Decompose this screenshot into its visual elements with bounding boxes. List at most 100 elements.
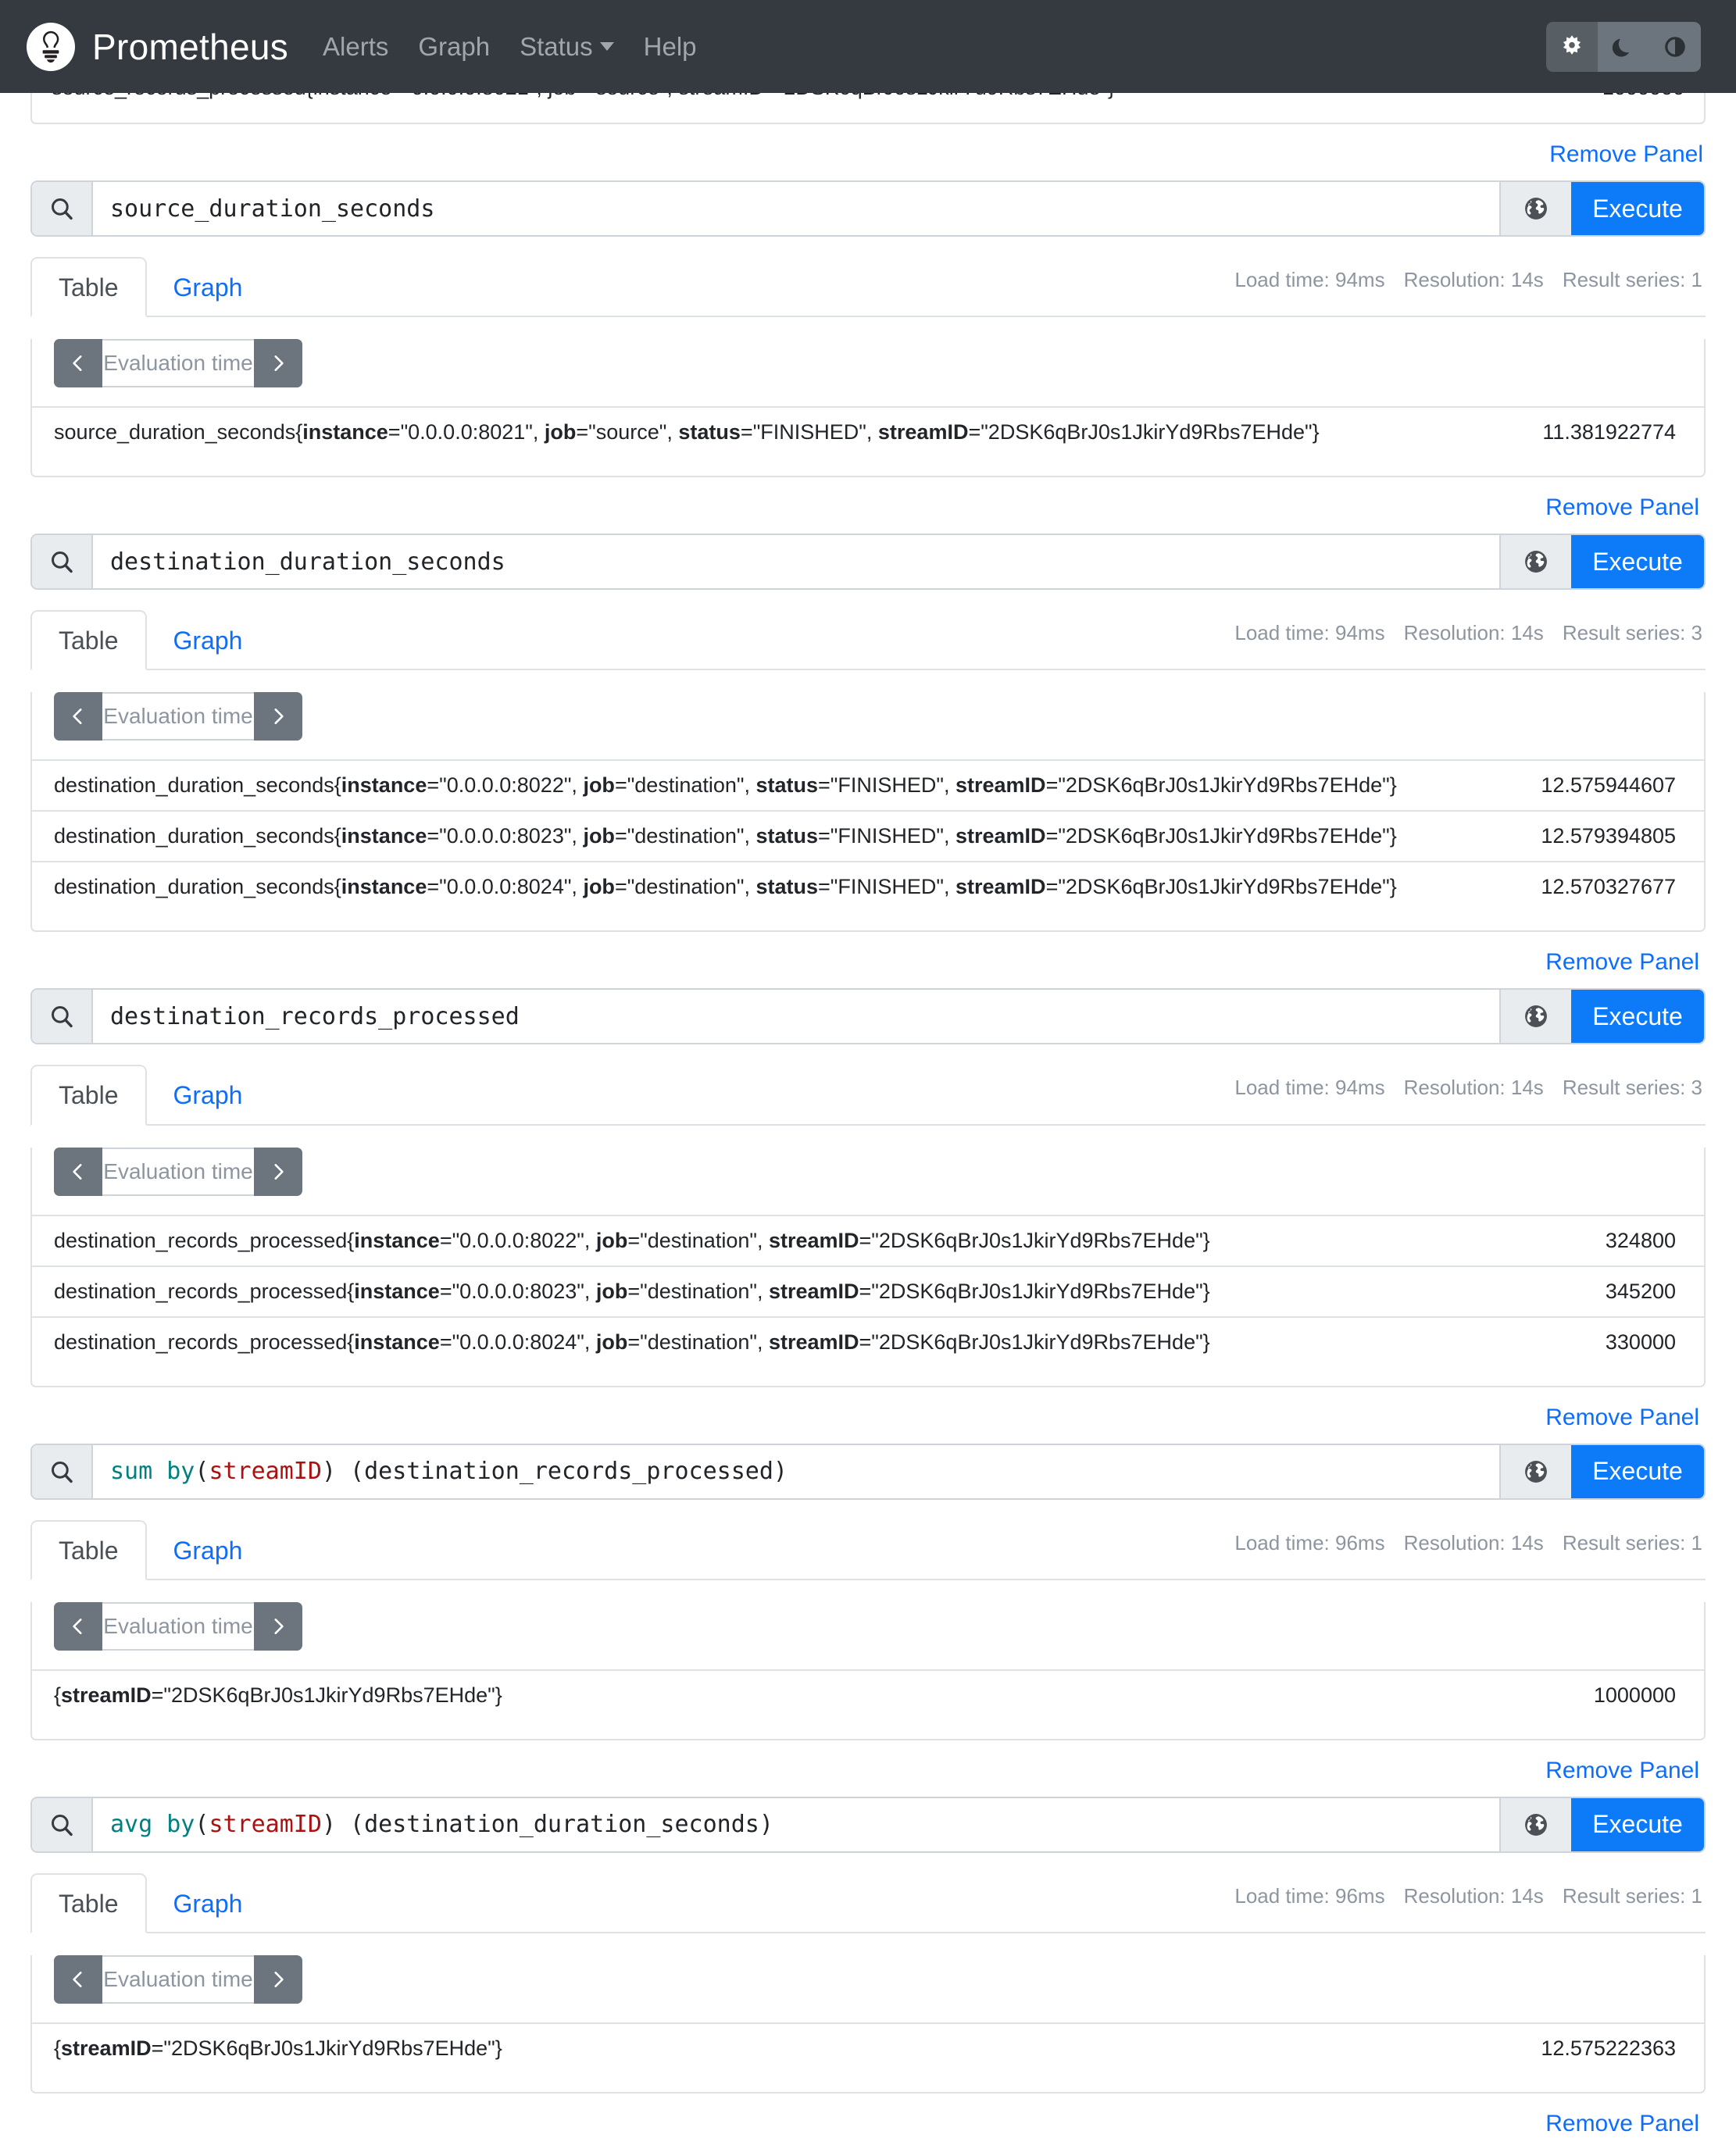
result-series: Result series: 1 xyxy=(1562,268,1702,291)
label-value: ="destination" xyxy=(627,1279,757,1303)
globe-icon[interactable] xyxy=(1499,535,1571,589)
execute-button[interactable]: Execute xyxy=(1571,990,1704,1044)
result-table-body: destination_records_processed{instance="… xyxy=(32,1214,1704,1367)
remove-panel-button[interactable]: Remove Panel xyxy=(1545,2111,1699,2136)
tab-graph[interactable]: Graph xyxy=(147,1522,270,1579)
label-key: instance xyxy=(341,824,427,848)
label-key: streamID xyxy=(956,773,1046,798)
clipped-row-value: 1000000 xyxy=(1442,93,1684,100)
globe-icon[interactable] xyxy=(1499,182,1571,235)
tab-table[interactable]: Table xyxy=(30,1519,147,1580)
label-key: job xyxy=(595,1279,628,1303)
metric-name: destination_records_processed xyxy=(54,1228,348,1252)
remove-panel-button[interactable]: Remove Panel xyxy=(1545,1758,1699,1783)
evaluation-time-input[interactable]: Evaluation time xyxy=(102,1954,254,2004)
brand-title: Prometheus xyxy=(92,26,289,67)
result-table-body: {streamID="2DSK6qBrJ0s1JkirYd9Rbs7EHde"}… xyxy=(32,2022,1704,2073)
tab-graph[interactable]: Graph xyxy=(147,1875,270,1932)
table-row: destination_records_processed{instance="… xyxy=(32,1265,1704,1317)
execute-button[interactable]: Execute xyxy=(1571,1797,1704,1851)
chevron-left-icon[interactable] xyxy=(54,1954,102,2004)
label-key: streamID xyxy=(61,1683,152,1707)
remove-panel-button[interactable]: Remove Panel xyxy=(1549,141,1703,167)
chevron-left-icon[interactable] xyxy=(54,1147,102,1196)
evaluation-time-input[interactable]: Evaluation time xyxy=(102,692,254,741)
chevron-right-icon[interactable] xyxy=(254,1954,302,2004)
nav-link-alerts[interactable]: Alerts xyxy=(323,32,388,62)
label-value: ="destination" xyxy=(614,824,745,848)
execute-button[interactable]: Execute xyxy=(1571,1444,1704,1498)
label-key: streamID xyxy=(768,1279,859,1303)
result-table: source_duration_seconds{instance="0.0.0.… xyxy=(32,406,1704,458)
result-series: Result series: 1 xyxy=(1562,1530,1702,1555)
metric-name: destination_duration_seconds xyxy=(54,824,334,848)
results-bottom-spacer xyxy=(32,1720,1704,1728)
tab-graph[interactable]: Graph xyxy=(147,612,270,669)
tab-table[interactable]: Table xyxy=(30,610,147,671)
remove-panel-button[interactable]: Remove Panel xyxy=(1545,949,1699,975)
sun-icon[interactable] xyxy=(1546,21,1598,72)
series-value: 12.579394805 xyxy=(1446,810,1704,862)
series-value: 324800 xyxy=(1446,1214,1704,1266)
metric-name: destination_duration_seconds xyxy=(54,773,334,798)
remove-panel-row: Remove Panel xyxy=(30,2094,1706,2150)
evaluation-time-input[interactable]: Evaluation time xyxy=(102,339,254,388)
chevron-left-icon[interactable] xyxy=(54,692,102,741)
globe-icon[interactable] xyxy=(1499,990,1571,1044)
nav-link-graph[interactable]: Graph xyxy=(418,32,490,62)
label-value: ="2DSK6qBrJ0s1JkirYd9Rbs7EHde" xyxy=(1045,773,1390,798)
evaluation-time-input[interactable]: Evaluation time xyxy=(102,1601,254,1651)
query-panel-sum-by-streamid-records: sum by (streamID) (destination_records_p… xyxy=(30,1443,1706,1797)
clipped-result-panel: source_records_processed{instance="0.0.0… xyxy=(30,93,1706,124)
resolution: Resolution: 14s xyxy=(1403,621,1544,645)
label-value: ="destination" xyxy=(614,773,745,798)
remove-panel-row: Remove Panel xyxy=(30,932,1706,988)
clipped-row-label: source_records_processed{instance="0.0.0… xyxy=(52,93,1442,100)
chevron-right-icon[interactable] xyxy=(254,1147,302,1196)
result-table-body: destination_duration_seconds{instance="0… xyxy=(32,759,1704,912)
execute-button[interactable]: Execute xyxy=(1571,535,1704,589)
load-time: Load time: 94ms xyxy=(1234,268,1385,291)
query-input[interactable]: source_duration_seconds xyxy=(93,182,1499,235)
results-box: Evaluation time destination_duration_sec… xyxy=(30,692,1706,933)
nav-link-status[interactable]: Status xyxy=(520,32,614,62)
search-icon xyxy=(32,182,93,235)
remove-panel-row: Remove Panel xyxy=(27,124,1709,180)
remove-panel-button[interactable]: Remove Panel xyxy=(1545,1405,1699,1430)
brand[interactable]: Prometheus xyxy=(27,22,289,71)
chevron-left-icon[interactable] xyxy=(54,1601,102,1651)
globe-icon[interactable] xyxy=(1499,1444,1571,1498)
execute-button[interactable]: Execute xyxy=(1571,182,1704,235)
label-key: status xyxy=(755,773,819,798)
chevron-right-icon[interactable] xyxy=(254,692,302,741)
query-stats: Load time: 96ms Resolution: 14s Result s… xyxy=(1234,1884,1702,1908)
label-key: instance xyxy=(341,875,427,899)
query-bar: source_duration_seconds Execute xyxy=(30,180,1706,237)
globe-icon[interactable] xyxy=(1499,1797,1571,1851)
query-input[interactable]: destination_duration_seconds xyxy=(93,535,1499,589)
chevron-right-icon[interactable] xyxy=(254,1601,302,1651)
label-value: ="FINISHED" xyxy=(818,824,944,848)
tab-graph[interactable]: Graph xyxy=(147,1066,270,1123)
results-box: Evaluation time {streamID="2DSK6qBrJ0s1J… xyxy=(30,1954,1706,2094)
remove-panel-button[interactable]: Remove Panel xyxy=(1545,494,1699,520)
query-input[interactable]: destination_records_processed xyxy=(93,990,1499,1044)
chevron-left-icon[interactable] xyxy=(54,339,102,388)
search-icon xyxy=(32,1797,93,1851)
tab-table[interactable]: Table xyxy=(30,1872,147,1933)
query-input[interactable]: sum by (streamID) (destination_records_p… xyxy=(93,1444,1499,1498)
evaluation-time-input[interactable]: Evaluation time xyxy=(102,1147,254,1196)
label-key: status xyxy=(755,875,819,899)
chevron-right-icon[interactable] xyxy=(254,339,302,388)
query-panel-source-duration-seconds: source_duration_seconds Execute Load tim… xyxy=(30,180,1706,534)
query-input[interactable]: avg by (streamID) (destination_duration_… xyxy=(93,1797,1499,1851)
query-stats: Load time: 94ms Resolution: 14s Result s… xyxy=(1234,621,1702,645)
nav-link-help[interactable]: Help xyxy=(644,32,697,62)
moon-icon[interactable] xyxy=(1598,21,1649,72)
tab-table[interactable]: Table xyxy=(30,1065,147,1126)
label-key: streamID xyxy=(768,1330,859,1354)
tab-table[interactable]: Table xyxy=(30,257,147,318)
tab-graph[interactable]: Graph xyxy=(147,259,270,316)
load-time: Load time: 96ms xyxy=(1234,1530,1385,1555)
half-circle-icon[interactable] xyxy=(1649,21,1701,72)
